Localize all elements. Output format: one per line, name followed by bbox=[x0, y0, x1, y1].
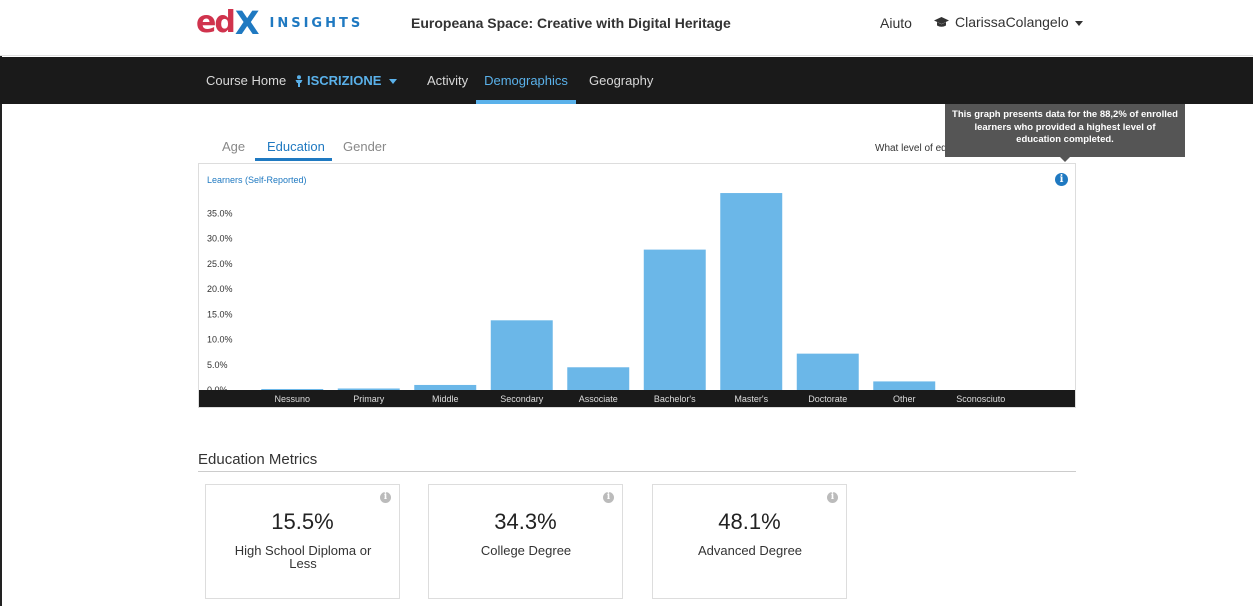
x-tick-label: Doctorate bbox=[808, 394, 847, 404]
info-icon[interactable]: i bbox=[603, 492, 614, 503]
y-tick-label: 10.0% bbox=[207, 335, 233, 345]
help-link[interactable]: Aiuto bbox=[880, 15, 912, 31]
bar-primary[interactable] bbox=[337, 388, 400, 390]
y-tick-label: 35.0% bbox=[207, 208, 233, 218]
info-tooltip: This graph presents data for the 88,2% o… bbox=[945, 104, 1185, 157]
bar-secondary[interactable] bbox=[490, 320, 553, 390]
info-icon[interactable]: i bbox=[380, 492, 391, 503]
education-bar-chart: 0.0%5.0%10.0%15.0%20.0%25.0%30.0%35.0%Ne… bbox=[199, 193, 1075, 407]
bar-other[interactable] bbox=[873, 381, 936, 390]
metric-label: College Degree bbox=[480, 543, 572, 558]
graduation-cap-icon bbox=[934, 16, 949, 27]
bar-doctorate[interactable] bbox=[796, 353, 859, 390]
x-tick-label: Primary bbox=[353, 394, 384, 404]
tooltip-arrow bbox=[1060, 157, 1070, 162]
nav-demographics[interactable]: Demographics bbox=[476, 57, 576, 104]
y-tick-label: 25.0% bbox=[207, 259, 233, 269]
metric-label: Advanced Degree bbox=[697, 543, 803, 558]
x-tick-label: Master's bbox=[734, 394, 768, 404]
education-chart-panel: Learners (Self-Reported) i 0.0%5.0%10.0%… bbox=[198, 163, 1076, 408]
info-icon[interactable]: i bbox=[827, 492, 838, 503]
chevron-down-icon bbox=[1074, 20, 1083, 26]
person-icon bbox=[295, 74, 303, 87]
metric-value: 15.5% bbox=[271, 509, 334, 534]
y-tick-label: 15.0% bbox=[207, 309, 233, 319]
tab-age[interactable]: Age bbox=[222, 139, 245, 154]
bar-associate[interactable] bbox=[567, 367, 630, 390]
y-tick-label: 30.0% bbox=[207, 234, 233, 244]
x-tick-label: Middle bbox=[432, 394, 459, 404]
username: ClarissaColangelo bbox=[955, 14, 1069, 30]
metric-value: 48.1% bbox=[718, 509, 781, 534]
user-menu[interactable]: ClarissaColangelo bbox=[934, 14, 1083, 30]
nav-course-home[interactable]: Course Home bbox=[206, 57, 286, 104]
top-header: ed X INSIGHTS Europeana Space: Creative w… bbox=[0, 0, 1253, 56]
nav-geography[interactable]: Geography bbox=[589, 57, 653, 104]
bar-bachelors[interactable] bbox=[643, 249, 706, 390]
logo-product: INSIGHTS bbox=[269, 15, 364, 31]
metric-card-advanced: i 48.1% Advanced Degree bbox=[652, 484, 847, 599]
nav-enrollment-label: ISCRIZIONE bbox=[307, 73, 382, 88]
x-tick-label: Bachelor's bbox=[654, 394, 696, 404]
bar-middle[interactable] bbox=[414, 384, 477, 390]
logo-x: X bbox=[234, 4, 260, 42]
tab-gender[interactable]: Gender bbox=[343, 139, 386, 154]
nav-enrollment-dropdown[interactable]: ISCRIZIONE bbox=[295, 57, 398, 104]
x-tick-label: Associate bbox=[579, 394, 618, 404]
logo-ed: ed bbox=[196, 5, 236, 40]
metric-label: High School Diploma or Less bbox=[234, 543, 372, 571]
y-tick-label: 5.0% bbox=[207, 360, 228, 370]
tab-education[interactable]: Education bbox=[267, 139, 325, 154]
metrics-divider bbox=[198, 471, 1076, 472]
x-tick-label: Sconosciuto bbox=[956, 394, 1005, 404]
bar-masters[interactable] bbox=[720, 193, 783, 390]
metric-card-college: i 34.3% College Degree bbox=[428, 484, 623, 599]
metric-value: 34.3% bbox=[494, 509, 557, 534]
active-tab-indicator bbox=[255, 158, 332, 161]
x-tick-label: Secondary bbox=[500, 394, 544, 404]
y-tick-label: 20.0% bbox=[207, 284, 233, 294]
chevron-down-icon bbox=[389, 79, 398, 84]
course-title: Europeana Space: Creative with Digital H… bbox=[411, 15, 731, 31]
x-tick-label: Other bbox=[893, 394, 916, 404]
main-navbar: Course Home ISCRIZIONE Activity Demograp… bbox=[0, 57, 1253, 104]
x-axis-band bbox=[199, 390, 1075, 407]
nav-activity[interactable]: Activity bbox=[427, 57, 468, 104]
metrics-title: Education Metrics bbox=[198, 451, 318, 468]
edx-insights-logo[interactable]: ed X INSIGHTS bbox=[196, 6, 363, 40]
x-tick-label: Nessuno bbox=[274, 394, 310, 404]
metric-card-high-school: i 15.5% High School Diploma or Less bbox=[205, 484, 400, 599]
bar-nessuno[interactable] bbox=[261, 388, 324, 390]
